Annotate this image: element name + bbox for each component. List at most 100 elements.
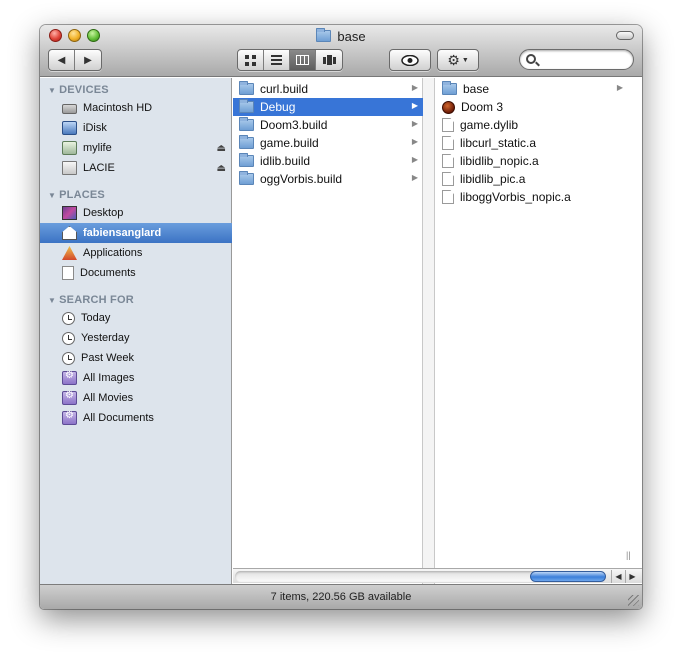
column-item-doom3-build[interactable]: Doom3.build ▶ [233,116,423,134]
scroll-right-arrow-icon[interactable]: ▶ [625,570,639,583]
document-icon [442,154,454,168]
browser-column-1: curl.build ▶ Debug ▶ Doom3.build ▶ game.bui… [233,78,423,596]
clock-icon [62,311,75,325]
sidebar-item-mylife[interactable]: mylife ⏏ [40,138,232,158]
column-item-libidlib-nopic[interactable]: libidlib_nopic.a [436,152,628,170]
folder-icon [239,117,254,131]
sidebar-item-today[interactable]: Today [40,308,232,328]
document-icon [442,118,454,132]
sidebar-item-all-documents[interactable]: All Documents [40,408,232,428]
status-bar: 7 items, 220.56 GB available [40,584,642,609]
column-item-curl-build[interactable]: curl.build ▶ [233,80,423,98]
column-grip-icon[interactable]: || [626,550,631,560]
idisk-icon [62,121,77,135]
icon-view-button[interactable] [238,50,264,70]
sidebar-item-documents[interactable]: Documents [40,263,232,283]
sidebar-header-devices[interactable]: ▼ DEVICES [48,83,109,97]
sidebar-header-search-for[interactable]: ▼ SEARCH FOR [48,293,134,307]
sidebar-item-yesterday[interactable]: Yesterday [40,328,232,348]
folder-icon [316,28,332,42]
column-item-base[interactable]: base ▶ [436,80,628,98]
sidebar-header-places[interactable]: ▼ PLACES [48,188,105,202]
scroll-thumb[interactable] [530,571,606,582]
horizontal-scrollbar[interactable]: ◀ ▶ [233,568,642,583]
column-view-icon [296,55,309,65]
sidebar-item-macintosh-hd[interactable]: Macintosh HD [40,98,232,118]
eject-icon[interactable]: ⏏ [217,143,226,154]
folder-icon [239,99,254,113]
disclosure-triangle-icon: ▼ [48,190,57,200]
disclosure-arrow-icon: ▶ [411,155,418,164]
sidebar-item-all-images[interactable]: All Images [40,368,232,388]
eject-icon[interactable]: ⏏ [217,163,226,174]
list-view-icon [271,55,282,65]
column-item-debug[interactable]: Debug ▶ [233,98,423,116]
column-item-doom-3[interactable]: Doom 3 [436,98,628,116]
sidebar-item-idisk[interactable]: iDisk [40,118,232,138]
hard-drive-icon [62,104,77,114]
column-item-liboggvorbis-nopic[interactable]: liboggVorbis_nopic.a [436,188,628,206]
column-resize-handle[interactable]: || [423,78,435,596]
back-forward-group: ◀ ▶ [48,49,102,71]
column-item-game-build[interactable]: game.build ▶ [233,134,423,152]
gear-icon: ⚙ [447,51,460,68]
disk-image-icon [62,141,77,155]
doom-app-icon [442,100,455,114]
external-drive-icon [62,161,77,175]
smart-folder-icon [62,410,77,425]
disclosure-arrow-icon: ▶ [411,137,418,146]
document-icon [442,136,454,150]
column-view-button[interactable] [290,50,316,70]
desktop-icon [62,206,77,220]
scroll-left-arrow-icon[interactable]: ◀ [611,570,625,583]
search-icon [526,54,536,64]
browser-column-2: base ▶ Doom 3 game.dylib libcurl_static.a… [436,78,642,596]
folder-icon [239,171,254,185]
document-icon [442,172,454,186]
folder-icon [239,153,254,167]
disclosure-arrow-icon: ▶ [411,83,418,92]
window-title: base [40,28,642,44]
icon-view-icon [245,54,256,66]
status-text: 7 items, 220.56 GB available [270,591,412,603]
column-item-game-dylib[interactable]: game.dylib [436,116,628,134]
column-item-libidlib-pic[interactable]: libidlib_pic.a [436,170,628,188]
clock-icon [62,331,75,345]
toolbar-toggle-button[interactable] [616,31,634,40]
sidebar: ▼ DEVICES Macintosh HD iDisk mylife ⏏ LACI… [40,78,232,584]
back-button[interactable]: ◀ [49,50,75,70]
finder-window: base ◀ ▶ ⚙ ▼ ▼ DEVICES Macintosh HD iDis… [40,25,642,609]
smart-folder-icon [62,370,77,385]
window-title-text: base [337,28,366,44]
action-menu-button[interactable]: ⚙ ▼ [437,49,479,71]
search-field[interactable] [519,49,634,70]
disclosure-arrow-icon: ▶ [411,119,418,128]
clock-icon [62,351,75,365]
folder-icon [239,135,254,149]
applications-icon [62,246,77,260]
column-item-libcurl-static[interactable]: libcurl_static.a [436,134,628,152]
column-item-oggvorbis-build[interactable]: oggVorbis.build ▶ [233,170,423,188]
disclosure-arrow-icon: ▶ [616,83,623,92]
sidebar-item-home[interactable]: fabiensanglard [40,223,232,243]
column-item-idlib-build[interactable]: idlib.build ▶ [233,152,423,170]
disclosure-triangle-icon: ▼ [48,85,57,95]
toolbar: base ◀ ▶ ⚙ ▼ [40,25,642,77]
smart-folder-icon [62,390,77,405]
resize-grip-icon[interactable] [628,595,639,606]
coverflow-view-button[interactable] [316,50,342,70]
sidebar-item-past-week[interactable]: Past Week [40,348,232,368]
sidebar-item-all-movies[interactable]: All Movies [40,388,232,408]
folder-icon [239,81,254,95]
forward-button[interactable]: ▶ [75,50,101,70]
list-view-button[interactable] [264,50,290,70]
search-input[interactable] [540,52,628,67]
sidebar-item-lacie[interactable]: LACIE ⏏ [40,158,232,178]
view-mode-group [237,49,343,71]
sidebar-item-applications[interactable]: Applications [40,243,232,263]
quick-look-button[interactable] [389,49,431,71]
sidebar-item-desktop[interactable]: Desktop [40,203,232,223]
disclosure-arrow-icon: ▶ [411,173,418,182]
home-icon [62,226,77,240]
document-icon [442,190,454,204]
